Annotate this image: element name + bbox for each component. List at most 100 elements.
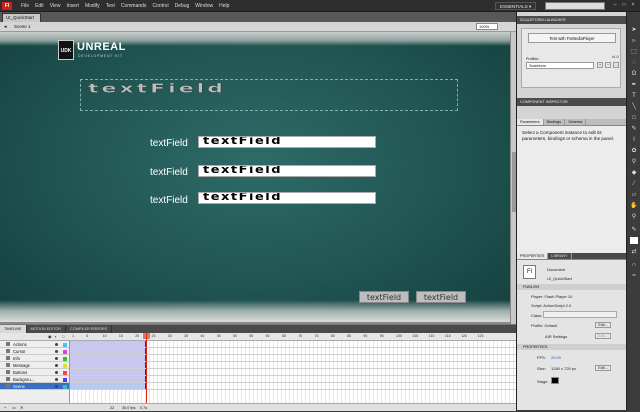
frame-span[interactable] bbox=[70, 355, 146, 361]
stroke-color-icon[interactable]: ✎ bbox=[629, 226, 639, 235]
trash-icon[interactable]: ✕ bbox=[20, 404, 23, 412]
tab-bindings[interactable]: Bindings bbox=[544, 119, 566, 125]
layer-color-swatch[interactable] bbox=[63, 370, 67, 375]
air-edit-button[interactable]: Edit... bbox=[595, 333, 611, 339]
menu-modify[interactable]: Modify bbox=[82, 0, 103, 12]
swap-colors-icon[interactable]: ⇄ bbox=[629, 248, 639, 257]
stage-button-2[interactable]: textField bbox=[416, 291, 466, 303]
subselection-tool-icon[interactable]: ▹ bbox=[629, 37, 639, 46]
workspace-switcher[interactable]: ESSENTIALS ▾ bbox=[495, 2, 537, 10]
line-tool-icon[interactable]: ╲ bbox=[629, 103, 639, 112]
tab-parameters[interactable]: Parameters bbox=[517, 119, 544, 125]
remove-profile-icon[interactable]: − bbox=[605, 62, 611, 68]
scaleform-launcher-header[interactable]: SCALEFORM LAUNCHER bbox=[517, 16, 627, 24]
playhead[interactable] bbox=[143, 333, 150, 403]
pencil-tool-icon[interactable]: ✎ bbox=[629, 125, 639, 134]
menu-debug[interactable]: Debug bbox=[172, 0, 193, 12]
properties-section-header[interactable]: PROPERTIES bbox=[517, 344, 627, 350]
row-1-input[interactable]: textField bbox=[198, 136, 376, 148]
stage-button-1[interactable]: textField bbox=[359, 291, 409, 303]
menu-control[interactable]: Control bbox=[149, 0, 171, 12]
tab-compiler-errors[interactable]: COMPILER ERRORS bbox=[66, 325, 113, 333]
new-layer-icon[interactable]: + bbox=[4, 404, 6, 412]
zoom-tool-icon[interactable]: ⚲ bbox=[629, 213, 639, 222]
pen-tool-icon[interactable]: ✒ bbox=[629, 81, 639, 90]
row-2-input[interactable]: textField bbox=[198, 165, 376, 177]
frame-span[interactable] bbox=[70, 383, 146, 389]
menu-file[interactable]: File bbox=[18, 0, 32, 12]
visibility-dot-icon[interactable] bbox=[55, 378, 58, 381]
deco-tool-icon[interactable]: ✿ bbox=[629, 147, 639, 156]
menu-help[interactable]: Help bbox=[216, 0, 232, 12]
frame-span[interactable] bbox=[70, 376, 146, 382]
visibility-dot-icon[interactable] bbox=[55, 385, 58, 388]
fps-value[interactable]: 25.00 bbox=[551, 355, 561, 360]
tab-schema[interactable]: Schema bbox=[565, 119, 587, 125]
eraser-tool-icon[interactable]: ▱ bbox=[629, 191, 639, 200]
frame-grid[interactable] bbox=[70, 341, 516, 403]
layer-info[interactable]: Info bbox=[0, 355, 69, 362]
class-input[interactable] bbox=[543, 311, 617, 318]
document-tab[interactable]: UI_QuickStart bbox=[2, 13, 42, 22]
layer-color-swatch[interactable] bbox=[63, 363, 67, 368]
profiles-select[interactable]: Scaleform bbox=[526, 62, 594, 69]
menu-edit[interactable]: Edit bbox=[32, 0, 47, 12]
test-fxmediaplayer-button[interactable]: Test with FxMediaPlayer bbox=[528, 33, 616, 43]
free-transform-tool-icon[interactable]: ⬚ bbox=[629, 48, 639, 57]
visibility-dot-icon[interactable] bbox=[55, 350, 58, 353]
selection-tool-icon[interactable]: ➤ bbox=[629, 26, 639, 35]
layer-background[interactable]: Backgrou... bbox=[0, 376, 69, 383]
stage-color-swatch[interactable] bbox=[551, 377, 559, 384]
hand-tool-icon[interactable]: ✋ bbox=[629, 202, 639, 211]
paint-bucket-tool-icon[interactable]: ◆ bbox=[629, 169, 639, 178]
row-3-input[interactable]: textField bbox=[198, 192, 376, 204]
menu-window[interactable]: Window bbox=[192, 0, 216, 12]
layer-color-swatch[interactable] bbox=[63, 384, 67, 389]
profile-edit-button[interactable]: Edit... bbox=[595, 322, 611, 328]
maximize-icon[interactable]: □ bbox=[621, 2, 627, 8]
new-folder-icon[interactable]: ▭ bbox=[12, 404, 16, 412]
zoom-input[interactable]: 100% bbox=[476, 23, 498, 30]
menu-text[interactable]: Text bbox=[103, 0, 118, 12]
layer-color-swatch[interactable] bbox=[63, 342, 67, 347]
tab-properties[interactable]: PROPERTIES bbox=[517, 253, 549, 259]
layer-actions[interactable]: Actions bbox=[0, 341, 69, 348]
layer-message[interactable]: Message bbox=[0, 362, 69, 369]
help-search-input[interactable] bbox=[545, 2, 605, 10]
frame-span[interactable] bbox=[70, 348, 146, 354]
minimize-icon[interactable]: – bbox=[612, 2, 618, 8]
edit-profile-icon[interactable]: … bbox=[613, 62, 619, 68]
menu-commands[interactable]: Commands bbox=[118, 0, 150, 12]
frame-span[interactable] bbox=[70, 341, 146, 347]
title-textfield[interactable]: textField bbox=[88, 82, 226, 96]
lock-icon[interactable]: ▪ bbox=[55, 334, 56, 339]
menu-view[interactable]: View bbox=[47, 0, 64, 12]
tab-motion-editor[interactable]: MOTION EDITOR bbox=[27, 325, 67, 333]
fill-color-swatch[interactable] bbox=[630, 237, 638, 244]
close-icon[interactable]: × bbox=[630, 2, 636, 8]
lasso-tool-icon[interactable]: ʘ bbox=[629, 70, 639, 79]
layer-scene[interactable]: Scene bbox=[0, 383, 69, 390]
back-arrow-icon[interactable]: ◂ bbox=[4, 24, 7, 30]
layer-color-swatch[interactable] bbox=[63, 377, 67, 382]
add-profile-icon[interactable]: + bbox=[597, 62, 603, 68]
scene-breadcrumb[interactable]: Scene 1 bbox=[14, 23, 31, 31]
menu-insert[interactable]: Insert bbox=[63, 0, 82, 12]
snap-icon[interactable]: ∩ bbox=[629, 261, 639, 270]
3d-rotation-tool-icon[interactable]: ◌ bbox=[629, 59, 639, 68]
tab-library[interactable]: LIBRARY bbox=[548, 253, 572, 259]
component-inspector-header[interactable]: COMPONENT INSPECTOR bbox=[517, 98, 627, 106]
visibility-dot-icon[interactable] bbox=[55, 357, 58, 360]
visibility-dot-icon[interactable] bbox=[55, 343, 58, 346]
publish-section-header[interactable]: PUBLISH bbox=[517, 284, 627, 290]
bone-tool-icon[interactable]: ⚲ bbox=[629, 158, 639, 167]
tab-timeline[interactable]: TIMELINE bbox=[0, 325, 27, 333]
layer-color-swatch[interactable] bbox=[63, 349, 67, 354]
outline-icon[interactable]: □ bbox=[62, 334, 64, 339]
layer-buttons[interactable]: Buttons bbox=[0, 369, 69, 376]
text-tool-icon[interactable]: T bbox=[629, 92, 639, 101]
frame-span[interactable] bbox=[70, 369, 146, 375]
layer-color-swatch[interactable] bbox=[63, 356, 67, 361]
smooth-icon[interactable]: ≈ bbox=[629, 272, 639, 281]
size-edit-button[interactable]: Edit... bbox=[595, 365, 611, 371]
